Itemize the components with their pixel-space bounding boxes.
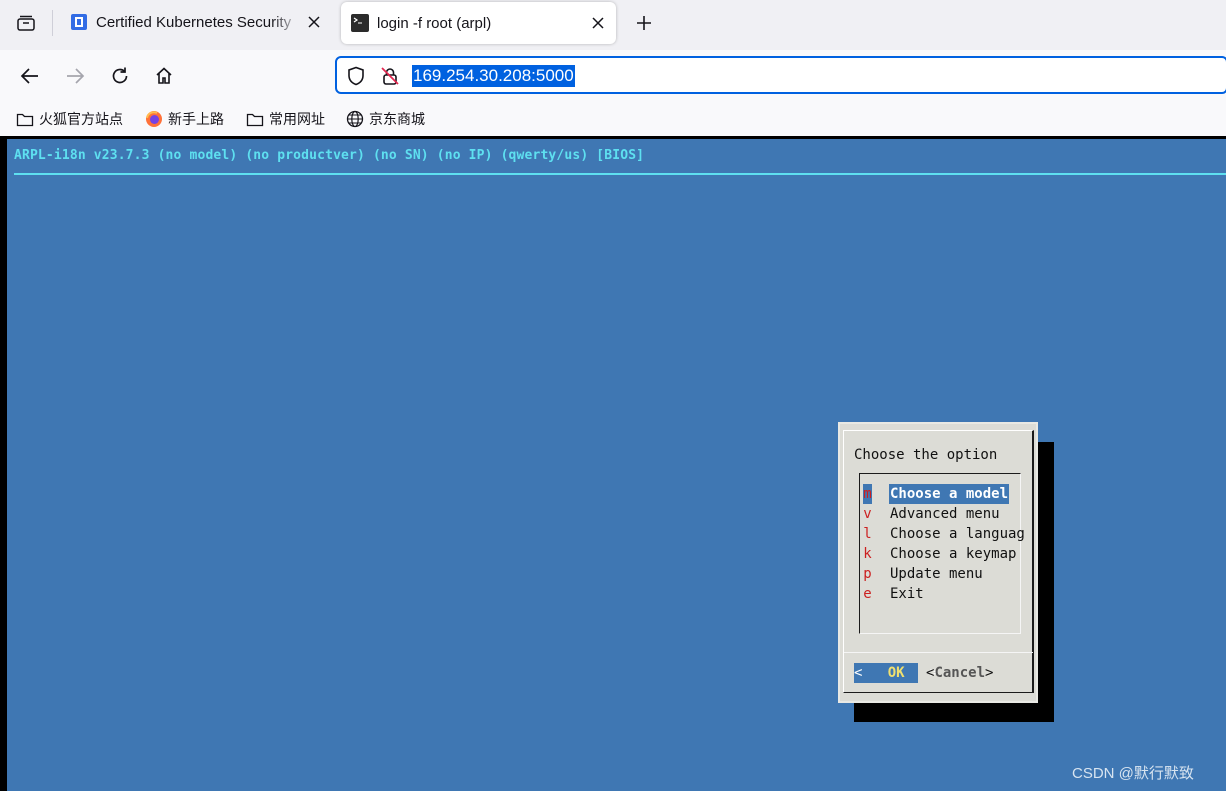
home-icon — [156, 67, 172, 84]
menu-item-keymap[interactable]: k Choose a keymap — [863, 544, 1021, 564]
dialog-button-divider — [844, 652, 1033, 653]
cancel-bracket: > — [985, 665, 994, 681]
tab-title: login -f root (arpl) — [377, 14, 492, 32]
firefox-icon — [145, 110, 163, 128]
ok-label: OK — [887, 665, 905, 681]
kubernetes-training-icon — [71, 14, 87, 30]
cancel-label: Cancel — [934, 665, 986, 681]
bookmark-label: 常用网址 — [269, 111, 325, 127]
menu-hotkey: k — [863, 546, 872, 562]
bookmark-item[interactable]: 京东商城 — [346, 108, 425, 130]
bookmark-item[interactable]: 火狐官方站点 — [16, 108, 123, 130]
insecure-lock-icon — [381, 67, 399, 85]
menu-hotkey: v — [863, 506, 872, 522]
folder-icon — [16, 110, 34, 128]
menu-label: Exit — [890, 586, 924, 602]
cancel-button[interactable]: <Cancel> — [926, 663, 993, 683]
bookmark-label: 火狐官方站点 — [39, 111, 123, 127]
folder-icon — [246, 110, 264, 128]
tab-terminal[interactable]: login -f root (arpl) — [341, 2, 616, 44]
menu-label: Choose a languag — [890, 526, 1025, 542]
tab-title: Certified Kubernetes Security — [96, 13, 292, 31]
close-icon — [592, 17, 604, 29]
bookmark-item[interactable]: 新手上路 — [145, 108, 224, 130]
bookmark-item[interactable]: 常用网址 — [246, 108, 325, 130]
arrow-left-icon — [20, 68, 38, 84]
menu-label: Advanced menu — [890, 506, 1000, 522]
bookmark-label: 京东商城 — [369, 111, 425, 127]
url-text[interactable]: 169.254.30.208:5000 — [412, 65, 575, 87]
bookmarks-toolbar: 火狐官方站点 新手上路 常用网址 京东商城 — [0, 102, 1226, 136]
shield-icon — [348, 66, 364, 86]
reload-button[interactable] — [106, 62, 134, 90]
arpl-status-header: ARPL-i18n v23.7.3 (no model) (no product… — [14, 148, 645, 163]
insecure-connection-button[interactable] — [379, 65, 401, 87]
globe-icon — [346, 110, 364, 128]
tab-kubernetes[interactable]: Certified Kubernetes Security — [60, 0, 332, 44]
tab-list-button[interactable] — [12, 10, 40, 36]
bookmark-label: 新手上路 — [168, 111, 224, 127]
menu-dialog: Choose the option m Choose a model v Adv… — [838, 422, 1038, 703]
watermark-text: CSDN @默行默致 — [1072, 765, 1194, 782]
menu-hotkey: m — [863, 484, 872, 504]
close-tab-button[interactable] — [302, 10, 326, 34]
menu-item-update[interactable]: p Update menu — [863, 564, 1021, 584]
new-tab-button[interactable] — [630, 10, 658, 36]
menu-item-exit[interactable]: e Exit — [863, 584, 1021, 604]
tracking-protection-button[interactable] — [345, 65, 367, 87]
arrow-right-icon — [67, 68, 85, 84]
menu-hotkey: p — [863, 566, 872, 582]
reload-icon — [112, 67, 128, 84]
terminal-screen[interactable]: ARPL-i18n v23.7.3 (no model) (no product… — [7, 139, 1226, 791]
close-icon — [308, 16, 320, 28]
menu-item-language[interactable]: l Choose a languag — [863, 524, 1025, 544]
ok-button[interactable]: < OK > — [854, 663, 938, 683]
plus-icon — [637, 16, 651, 30]
menu-label: Update menu — [890, 566, 983, 582]
menu-item-advanced[interactable]: v Advanced menu — [863, 504, 1021, 524]
terminal-icon — [351, 14, 369, 32]
address-bar[interactable]: 169.254.30.208:5000 — [335, 56, 1226, 94]
menu-list: m Choose a model v Advanced menu l Choos… — [859, 473, 1025, 634]
web-terminal[interactable]: ARPL-i18n v23.7.3 (no model) (no product… — [0, 136, 1226, 791]
navigation-toolbar: 169.254.30.208:5000 — [0, 50, 1226, 102]
tab-bar: Certified Kubernetes Security login -f r… — [0, 0, 1226, 50]
close-tab-button[interactable] — [586, 11, 610, 35]
menu-hotkey: l — [863, 526, 872, 542]
menu-item-choose-model[interactable]: m Choose a model — [863, 484, 1021, 504]
home-button[interactable] — [150, 62, 178, 90]
menu-label: Choose a model — [889, 484, 1010, 504]
forward-button[interactable] — [61, 62, 89, 90]
back-button[interactable] — [16, 62, 44, 90]
dialog-prompt: Choose the option — [854, 447, 998, 463]
tab-list-icon — [17, 15, 35, 31]
menu-hotkey: e — [863, 586, 872, 602]
ok-bracket: < — [854, 665, 863, 681]
menu-label: Choose a keymap — [890, 546, 1017, 562]
header-divider — [14, 173, 1226, 175]
tab-separator — [52, 10, 53, 36]
